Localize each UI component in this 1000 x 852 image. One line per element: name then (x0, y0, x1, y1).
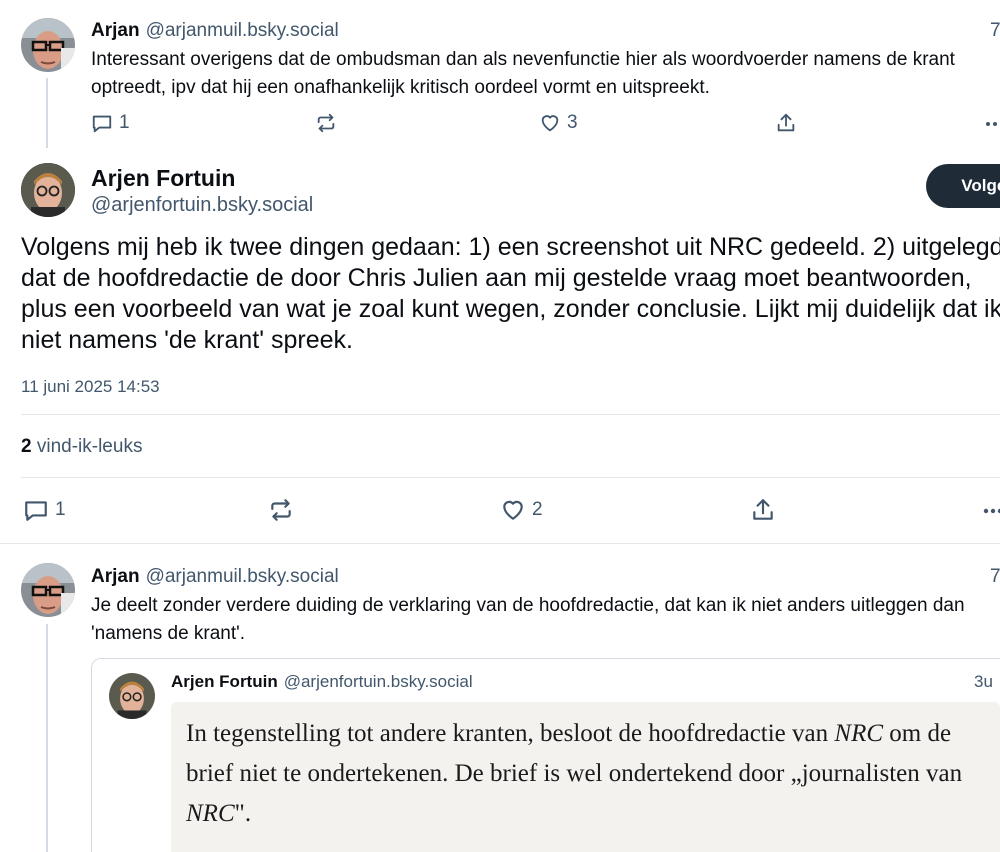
quote-handle[interactable]: @arjenfortuin.bsky.social (284, 672, 473, 691)
post2-header: Arjan @arjanmuil.bsky.social (91, 566, 339, 588)
divider-after-likes (21, 477, 1000, 478)
focus-repost-button[interactable] (268, 497, 294, 523)
post1-repost-button[interactable] (314, 112, 338, 134)
focus-handle[interactable]: @arjenfortuin.bsky.social (91, 194, 313, 217)
quote-header: Arjen Fortuin @arjenfortuin.bsky.social (171, 672, 473, 692)
follow-button[interactable]: Volgen (926, 164, 1000, 208)
focus-share-button[interactable] (750, 497, 776, 523)
avatar-arjen-fortuin[interactable] (21, 163, 75, 217)
share-icon (750, 497, 776, 523)
quote-display-name[interactable]: Arjen Fortuin (171, 672, 278, 691)
more-icon (984, 112, 1000, 134)
quote-image-text-nrc-2: NRC (186, 800, 235, 827)
quote-time[interactable]: 3u (974, 672, 993, 692)
post2-text: Je deelt zonder verdere duiding de verkl… (91, 595, 965, 644)
post2-display-name[interactable]: Arjan (91, 566, 140, 587)
repost-icon (314, 112, 338, 134)
like-icon (539, 112, 561, 134)
post1-more-button[interactable] (984, 112, 1000, 134)
post2-time[interactable]: 7 (990, 566, 1000, 588)
quote-image-text-nrc: NRC (834, 720, 884, 747)
post2-handle[interactable]: @arjanmuil.bsky.social (146, 566, 339, 587)
repost-icon (268, 497, 294, 523)
reply-icon (23, 497, 49, 523)
quote-image-text-3: ". (234, 800, 252, 827)
thread-line-reply (46, 624, 48, 852)
divider-before-replies (0, 543, 1000, 544)
likes-label: vind-ik-leuks (36, 436, 143, 457)
avatar-arjan-reply[interactable] (21, 563, 75, 617)
likes-count: 2 (21, 436, 32, 457)
focus-timestamp: 11 juni 2025 14:53 (21, 377, 160, 396)
thread-line-top (46, 78, 48, 148)
post1-display-name[interactable]: Arjan (91, 20, 140, 41)
reply-icon (91, 112, 113, 134)
post1-reply-button[interactable]: 1 (91, 112, 130, 134)
focus-display-name[interactable]: Arjen Fortuin (91, 165, 235, 192)
quote-avatar[interactable] (109, 673, 155, 719)
focus-more-button[interactable] (982, 497, 1000, 523)
share-icon (775, 112, 797, 134)
post1-like-button[interactable]: 3 (539, 112, 578, 134)
divider-after-timestamp (21, 414, 1000, 415)
more-icon (982, 497, 1000, 523)
post1-header: Arjan @arjanmuil.bsky.social (91, 20, 339, 42)
post1-text: Interessant overigens dat de ombudsman d… (91, 49, 955, 98)
quote-image-text: In tegenstelling tot andere kranten, bes… (186, 714, 986, 834)
like-icon (500, 497, 526, 523)
avatar-arjan[interactable] (21, 18, 75, 72)
focus-post-text: Volgens mij heb ik twee dingen gedaan: 1… (21, 233, 1000, 354)
focus-like-count: 2 (532, 499, 543, 520)
post1-reply-count: 1 (119, 112, 130, 133)
post1-like-count: 3 (567, 112, 578, 133)
post1-handle[interactable]: @arjanmuil.bsky.social (146, 20, 339, 41)
likes-summary[interactable]: 2 vind-ik-leuks (21, 436, 142, 458)
post1-time[interactable]: 7 (990, 20, 1000, 42)
post1-share-button[interactable] (775, 112, 797, 134)
quote-image-text-1: In tegenstelling tot andere kranten, bes… (186, 720, 835, 747)
focus-like-button[interactable]: 2 (500, 497, 543, 523)
focus-reply-count: 1 (55, 499, 66, 520)
focus-reply-button[interactable]: 1 (23, 497, 66, 523)
